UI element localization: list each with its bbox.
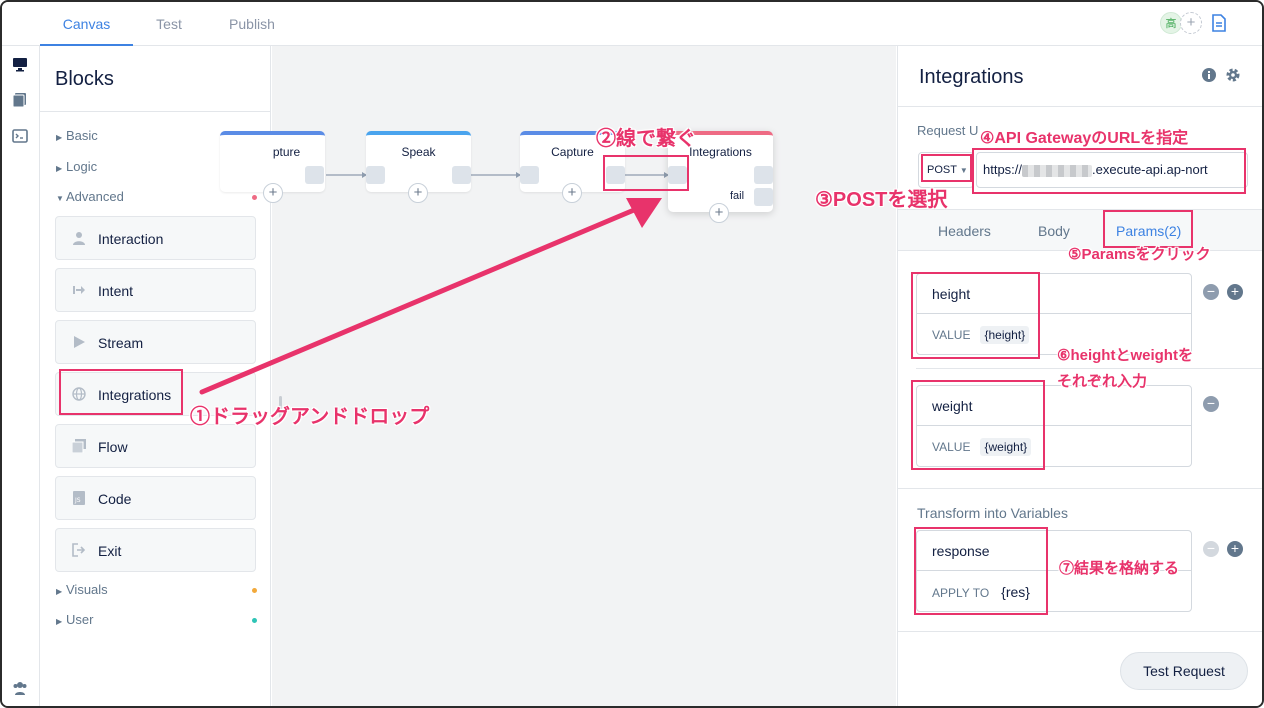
- app-window: Canvas Test Publish 高 + Blocks ▶ Basic ▶ L…: [0, 0, 1264, 708]
- add-mapping-button[interactable]: +: [1227, 541, 1243, 557]
- connections: [326, 172, 669, 178]
- output-port[interactable]: [452, 166, 471, 184]
- block-flow[interactable]: Flow: [55, 424, 256, 468]
- caret-down-icon: ▼: [56, 194, 64, 203]
- remove-param-button[interactable]: −: [1203, 284, 1219, 300]
- category-label: User: [66, 612, 94, 627]
- blocks-title: Blocks: [55, 68, 114, 90]
- block-stream[interactable]: Stream: [55, 320, 256, 364]
- caret-right-icon: ▶: [56, 617, 63, 626]
- add-step-button[interactable]: +: [709, 203, 729, 223]
- success-port[interactable]: [754, 166, 773, 184]
- person-icon: [72, 231, 86, 245]
- block-label: Flow: [98, 439, 128, 455]
- tab-publish[interactable]: Publish: [214, 2, 290, 46]
- node-speak[interactable]: Speak +: [366, 131, 471, 203]
- gear-icon[interactable]: [1225, 67, 1241, 88]
- node-title: Speak: [401, 145, 436, 159]
- info-icon[interactable]: [1201, 67, 1217, 88]
- status-dot: [252, 195, 257, 200]
- annotation-6-line2: それぞれ入力: [1057, 373, 1148, 390]
- add-step-button[interactable]: +: [562, 183, 582, 203]
- annotation-box-response: [914, 527, 1048, 615]
- annotation-box-integrations: [59, 369, 183, 415]
- output-port[interactable]: [305, 166, 324, 184]
- annotation-3: ③POSTを選択: [815, 189, 948, 211]
- divider: [898, 106, 1262, 107]
- category-label: Advanced: [66, 189, 124, 204]
- monitor-icon[interactable]: [12, 56, 30, 74]
- category-label: Visuals: [66, 582, 108, 597]
- block-label: Stream: [98, 335, 144, 351]
- stack-icon: [71, 439, 86, 454]
- category-label: Basic: [66, 128, 98, 143]
- exit-icon: [72, 543, 86, 557]
- block-interaction[interactable]: Interaction: [55, 216, 256, 260]
- block-label: Interaction: [98, 231, 164, 247]
- left-rail: [2, 46, 40, 706]
- block-code[interactable]: JS Code: [55, 476, 256, 520]
- divider: [40, 111, 271, 112]
- fail-port[interactable]: [754, 188, 773, 206]
- block-exit[interactable]: Exit: [55, 528, 256, 572]
- annotation-2: ②線で繋ぐ: [596, 128, 696, 150]
- category-visuals[interactable]: ▶ Visuals: [56, 581, 257, 599]
- node-title: pture: [272, 145, 301, 159]
- caret-right-icon: ▶: [56, 587, 63, 596]
- annotation-box-connect: [603, 155, 689, 191]
- block-label: Code: [98, 491, 132, 507]
- tab-headers[interactable]: Headers: [938, 223, 991, 239]
- block-label: Exit: [98, 543, 122, 559]
- category-label: Logic: [66, 159, 98, 174]
- category-user[interactable]: ▶ User: [56, 611, 257, 629]
- flow-canvas[interactable]: pture + Speak + Capture + Integrations f…: [220, 46, 896, 706]
- collaborators: 高 +: [1160, 12, 1202, 34]
- remove-param-button[interactable]: −: [1203, 396, 1219, 412]
- fail-label: fail: [730, 190, 745, 202]
- test-request-button[interactable]: Test Request: [1120, 652, 1248, 690]
- tab-test[interactable]: Test: [140, 2, 198, 46]
- annotation-4: ④API GatewayのURLを指定: [980, 130, 1189, 147]
- request-url-label: Request U: [917, 123, 979, 138]
- divider: [916, 368, 1262, 369]
- input-port[interactable]: [520, 166, 539, 184]
- status-dot: [252, 588, 257, 593]
- annotation-7: ⑦結果を格納する: [1059, 560, 1180, 577]
- node-capture-1[interactable]: pture +: [220, 131, 325, 203]
- arrow-in-icon: [72, 283, 86, 297]
- annotation-1: ①ドラッグアンドドロップ: [190, 406, 430, 428]
- users-icon[interactable]: [12, 680, 30, 698]
- transform-label: Transform into Variables: [917, 505, 1068, 521]
- terminal-icon[interactable]: [12, 128, 30, 146]
- annotation-5: ⑤Paramsをクリック: [1068, 246, 1211, 263]
- book-icon[interactable]: [12, 92, 30, 110]
- annotation-box-method: [921, 154, 972, 182]
- divider: [898, 488, 1262, 489]
- tab-canvas[interactable]: Canvas: [40, 2, 133, 46]
- input-port[interactable]: [366, 166, 385, 184]
- add-param-button[interactable]: +: [1227, 284, 1243, 300]
- document-icon[interactable]: [1212, 14, 1226, 37]
- annotation-box-height: [911, 272, 1040, 359]
- caret-right-icon: ▶: [56, 133, 63, 142]
- divider: [898, 631, 1262, 632]
- tab-body[interactable]: Body: [1038, 223, 1070, 239]
- annotation-box-url: [972, 148, 1246, 194]
- remove-mapping-button[interactable]: −: [1203, 541, 1219, 557]
- avatar[interactable]: 高: [1160, 12, 1182, 34]
- annotation-6-line1: ⑥heightとweightを: [1057, 347, 1193, 364]
- js-file-icon: JS: [72, 491, 86, 505]
- caret-right-icon: ▶: [56, 164, 63, 173]
- add-step-button[interactable]: +: [263, 183, 283, 203]
- top-bar: Canvas Test Publish 高 +: [2, 2, 1262, 46]
- block-label: Intent: [98, 283, 134, 299]
- add-step-button[interactable]: +: [408, 183, 428, 203]
- block-intent[interactable]: Intent: [55, 268, 256, 312]
- status-dot: [252, 618, 257, 623]
- add-collaborator-button[interactable]: +: [1180, 12, 1202, 34]
- annotation-box-weight: [911, 380, 1045, 470]
- svg-text:JS: JS: [74, 497, 81, 504]
- play-icon: [72, 335, 86, 349]
- panel-title: Integrations: [919, 66, 1024, 88]
